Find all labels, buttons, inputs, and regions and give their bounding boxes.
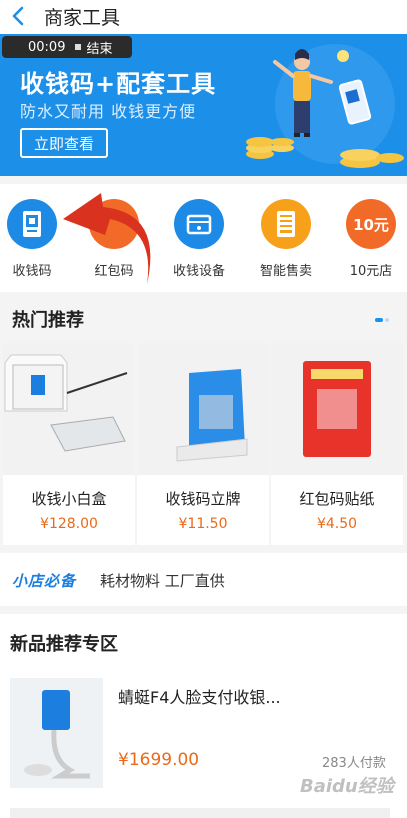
- product-price: ¥128.00: [40, 516, 98, 532]
- indicator-dot: [385, 318, 389, 322]
- recording-end-label: 结束: [86, 41, 113, 57]
- store-essentials-logo: 小店必备: [12, 572, 77, 590]
- vending-icon: [261, 199, 311, 249]
- tool-ten-yuan[interactable]: 10元 10元店: [331, 199, 407, 279]
- pointer-arrow-icon: [63, 193, 151, 284]
- qr-code-icon: [7, 199, 57, 249]
- store-essentials-text: 耗材物料 工厂直供: [100, 572, 225, 590]
- screen-recording-indicator[interactable]: 00:09 结束: [2, 36, 132, 58]
- product-card[interactable]: 收钱码立牌 ¥11.50: [137, 343, 269, 545]
- product-name: 收钱小白盒: [31, 490, 107, 508]
- product-image: [271, 343, 403, 475]
- product-card[interactable]: 收钱小白盒 ¥128.00: [3, 343, 135, 545]
- tool-device[interactable]: 收钱设备: [159, 199, 239, 279]
- tool-label: 收钱设备: [172, 264, 225, 279]
- hot-product-list: 收钱小白盒 ¥128.00 收钱码立牌 ¥11.50 红包码贴纸 ¥4.50: [0, 343, 407, 545]
- ten-yuan-icon: 10元: [346, 199, 396, 249]
- product-price: ¥1699.00: [118, 750, 200, 770]
- next-item-edge: [10, 808, 390, 818]
- hot-section-title: 热门推荐: [12, 310, 84, 331]
- stop-square-icon: [75, 44, 82, 50]
- banner-illustration: [246, 44, 404, 168]
- product-image[interactable]: [10, 678, 103, 788]
- tool-label: 智能售卖: [259, 264, 312, 279]
- store-essentials-strip[interactable]: 小店必备 耗材物料 工厂直供: [0, 553, 407, 606]
- page-title: 商家工具: [44, 7, 121, 29]
- new-products-section: 新品推荐专区 蜻蜓F4人脸支付收银... ¥1699.00 283人付款 Bai…: [0, 614, 407, 818]
- indicator-dot-active: [375, 318, 383, 322]
- top-bar: 商家工具: [0, 0, 407, 34]
- tool-icon-row: 收钱码 红包码 收钱设备 智能售卖 10元 10元店: [0, 184, 407, 292]
- product-card[interactable]: 红包码贴纸 ¥4.50: [271, 343, 403, 545]
- merchant-tools-page: 收钱码+配套工具 防水又耐用 收钱更方便 立即查看 商家工具 00:09 结束 …: [0, 0, 407, 818]
- product-name[interactable]: 蜻蜓F4人脸支付收银...: [118, 684, 281, 708]
- product-image: [3, 343, 135, 475]
- view-now-button[interactable]: 立即查看: [20, 128, 108, 158]
- tool-label: 10元店: [349, 264, 393, 279]
- device-box-icon: [174, 199, 224, 249]
- product-name: 收钱码立牌: [165, 490, 241, 508]
- product-image: [137, 343, 269, 475]
- watermark: Baidu经验: [300, 776, 394, 797]
- product-price: ¥4.50: [316, 516, 358, 532]
- banner-title: 收钱码+配套工具: [20, 70, 217, 98]
- carousel-indicator: [375, 318, 389, 322]
- back-arrow-icon[interactable]: [8, 5, 30, 27]
- product-price: ¥11.50: [178, 516, 228, 532]
- product-paid-count: 283人付款: [322, 756, 386, 771]
- tool-vending[interactable]: 智能售卖: [246, 199, 326, 279]
- recording-time: 00:09: [28, 39, 66, 55]
- product-name: 红包码贴纸: [299, 490, 375, 508]
- new-section-title: 新品推荐专区: [10, 634, 118, 655]
- banner-subtitle: 防水又耐用 收钱更方便: [20, 102, 197, 121]
